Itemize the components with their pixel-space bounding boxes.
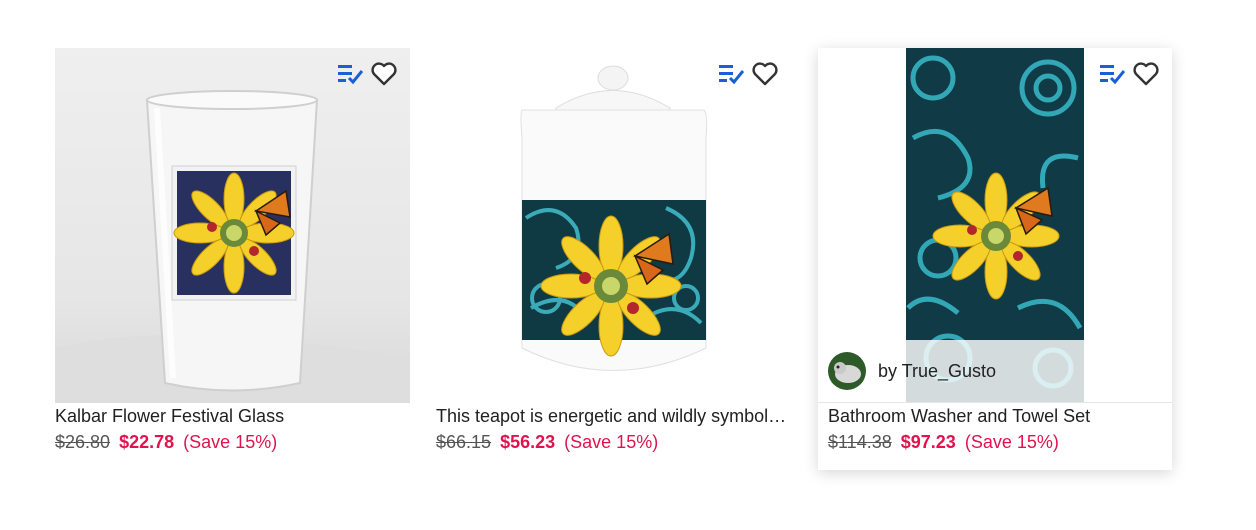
- save-percentage: (Save 15%): [964, 432, 1059, 452]
- product-title[interactable]: Bathroom Washer and Towel Set: [818, 405, 1162, 427]
- add-to-list-icon[interactable]: [717, 60, 745, 88]
- add-to-list-icon[interactable]: [1098, 60, 1126, 88]
- price-row: $66.15 $56.23 (Save 15%): [436, 430, 791, 454]
- sale-price: $22.78: [119, 432, 175, 452]
- original-price: $66.15: [436, 432, 492, 452]
- price-row: $114.38 $97.23 (Save 15%): [818, 430, 1172, 454]
- save-percentage: (Save 15%): [564, 432, 659, 452]
- product-card[interactable]: Kalbar Flower Festival Glass $26.80 $22.…: [55, 48, 410, 454]
- product-card[interactable]: This teapot is energetic and wildly symb…: [436, 48, 791, 454]
- product-image[interactable]: by True_Gusto: [818, 48, 1172, 403]
- sale-price: $56.23: [500, 432, 556, 452]
- save-percentage: (Save 15%): [183, 432, 278, 452]
- product-image[interactable]: [436, 48, 791, 403]
- add-to-list-icon[interactable]: [336, 60, 364, 88]
- card-actions: [717, 60, 779, 88]
- heart-outline-icon[interactable]: [1132, 60, 1160, 88]
- heart-outline-icon[interactable]: [751, 60, 779, 88]
- product-title[interactable]: This teapot is energetic and wildly symb…: [436, 405, 791, 427]
- card-actions: [336, 60, 398, 88]
- product-image[interactable]: [55, 48, 410, 403]
- heart-outline-icon[interactable]: [370, 60, 398, 88]
- creator-avatar[interactable]: [828, 352, 866, 390]
- creator-name[interactable]: by True_Gusto: [878, 361, 996, 382]
- product-grid: Kalbar Flower Festival Glass $26.80 $22.…: [0, 0, 1256, 530]
- price-row: $26.80 $22.78 (Save 15%): [55, 430, 410, 454]
- product-title[interactable]: Kalbar Flower Festival Glass: [55, 405, 410, 427]
- original-price: $26.80: [55, 432, 111, 452]
- card-actions: [1098, 60, 1160, 88]
- product-card[interactable]: by True_Gusto Bathroom Washer and Towel …: [818, 48, 1172, 470]
- sale-price: $97.23: [900, 432, 956, 452]
- original-price: $114.38: [828, 432, 892, 452]
- creator-bar[interactable]: by True_Gusto: [818, 340, 1172, 403]
